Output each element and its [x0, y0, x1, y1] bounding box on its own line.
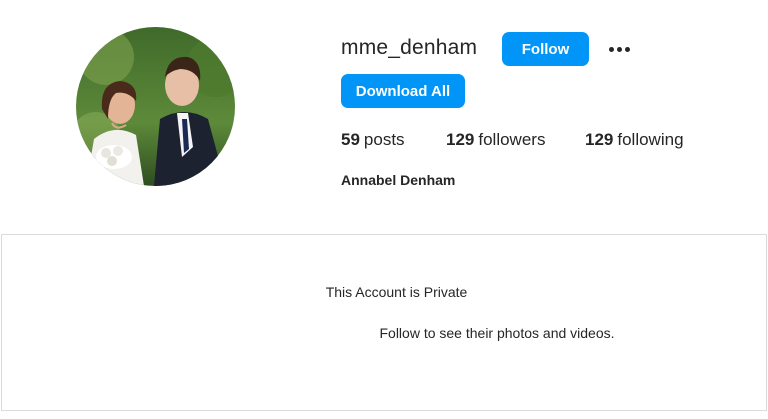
dot	[608, 46, 614, 52]
download-all-button[interactable]: Download All	[341, 74, 465, 108]
profile-page: mme_denham Follow Download All 59 posts 1…	[0, 0, 768, 419]
more-options-icon[interactable]	[604, 38, 634, 60]
followers-stat[interactable]: 129 followers	[446, 130, 545, 150]
followers-label: followers	[478, 130, 546, 149]
private-account-panel: This Account is Private Follow to see th…	[1, 234, 767, 411]
profile-header: mme_denham Follow Download All 59 posts 1…	[0, 0, 768, 235]
posts-label: posts	[363, 130, 405, 149]
posts-stat: 59 posts	[341, 130, 405, 150]
posts-count: 59	[341, 130, 360, 149]
follow-button[interactable]: Follow	[502, 32, 589, 66]
private-subtitle: Follow to see their photos and videos.	[379, 325, 615, 341]
private-title: This Account is Private	[325, 284, 468, 300]
dot	[624, 46, 630, 52]
full-name: Annabel Denham	[341, 172, 456, 188]
following-label: following	[617, 130, 684, 149]
following-stat[interactable]: 129 following	[585, 130, 684, 150]
dot	[616, 46, 622, 52]
username: mme_denham	[341, 36, 478, 59]
avatar-photo	[76, 27, 235, 186]
followers-count: 129	[446, 130, 475, 149]
avatar[interactable]	[76, 27, 235, 186]
following-count: 129	[585, 130, 614, 149]
